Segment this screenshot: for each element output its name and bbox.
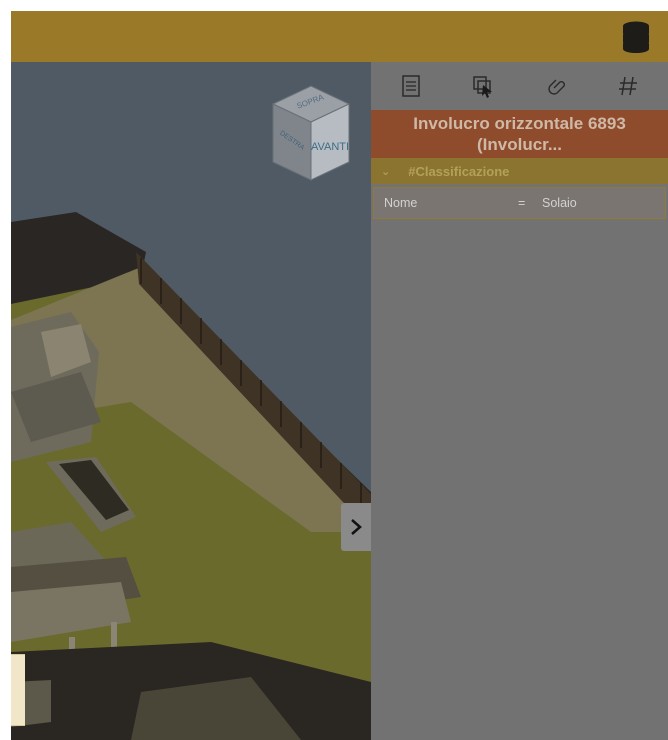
- panel-toolbar: [371, 62, 668, 110]
- collapse-panel-button[interactable]: [341, 503, 371, 551]
- properties-list-icon[interactable]: [397, 72, 425, 100]
- element-title-line2: (Involucr...: [476, 135, 563, 154]
- element-title: Involucro orizzontale 6893 (Involucr...: [371, 110, 668, 158]
- navcube-front-label[interactable]: AVANTI: [311, 141, 349, 153]
- section-header-classificazione[interactable]: ⌄ #Classificazione: [371, 158, 668, 184]
- chevron-down-icon: ⌄: [381, 165, 391, 178]
- element-title-line1: Involucro orizzontale 6893: [413, 114, 626, 133]
- database-icon[interactable]: [622, 21, 650, 53]
- select-element-icon[interactable]: [469, 72, 497, 100]
- 3d-viewport[interactable]: SOPRA AVANTI DESTRA: [11, 62, 371, 740]
- section-label: #Classificazione: [408, 163, 510, 179]
- property-row[interactable]: Nome = Solaio: [373, 187, 666, 219]
- property-value: Solaio: [542, 196, 577, 210]
- properties-panel: Involucro orizzontale 6893 (Involucr... …: [371, 62, 668, 740]
- top-header-bar: [11, 11, 668, 62]
- property-key: Nome: [384, 196, 418, 210]
- hash-icon[interactable]: [614, 72, 642, 100]
- navigation-cube[interactable]: SOPRA AVANTI DESTRA: [269, 82, 353, 182]
- chevron-right-icon: [351, 519, 362, 535]
- link-icon[interactable]: [542, 72, 570, 100]
- background-dialog-edge: [11, 654, 25, 726]
- property-equals: =: [518, 196, 526, 210]
